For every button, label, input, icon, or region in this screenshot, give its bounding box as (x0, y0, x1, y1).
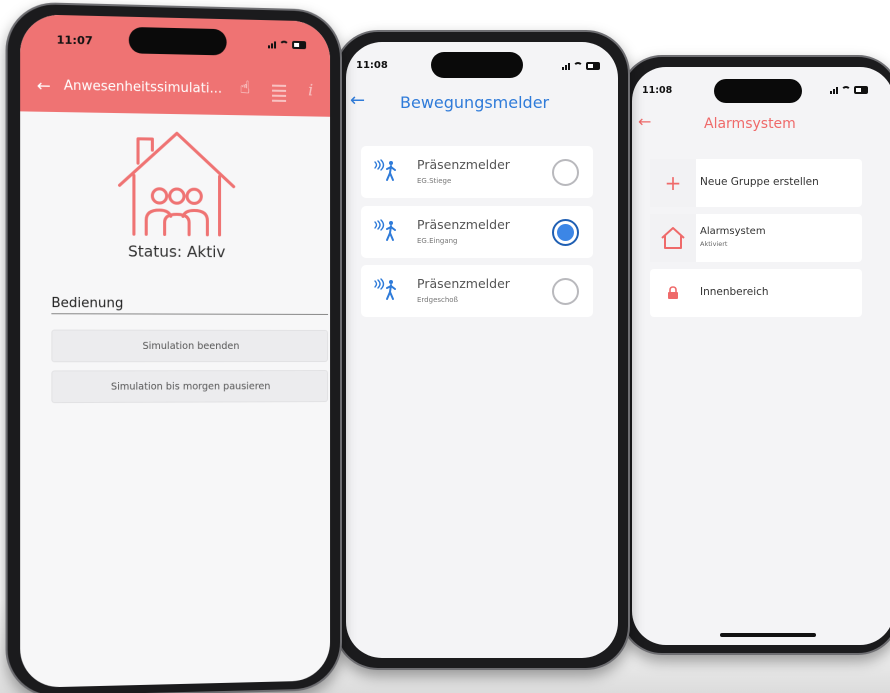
phone-alarmsystem: 11:08 ← Alarmsystem + Neue Gruppe erstel… (620, 55, 890, 655)
status-time: 11:07 (57, 33, 93, 47)
battery-icon (854, 86, 868, 94)
back-arrow-icon[interactable]: ← (638, 112, 651, 131)
lock-icon (666, 286, 680, 300)
icon-cell: + (650, 159, 696, 207)
item-location: EG.Stiege (417, 177, 451, 185)
back-arrow-icon[interactable]: ← (37, 76, 51, 96)
list-item-sensor[interactable]: Präsenzmelder EG.Stiege (361, 146, 593, 198)
battery-icon (586, 62, 600, 70)
dynamic-island (129, 27, 227, 56)
phone-bewegungsmelder: 11:08 ← Bewegungsmelder Präsenzmelder EG… (334, 30, 630, 670)
phone-anwesenheitssimulation: 11:07 ← Anwesenheitssimulati... ☝ i Stat… (6, 1, 342, 693)
list-item-alarmsystem[interactable]: Alarmsystem Aktiviert (650, 214, 862, 262)
page-title: Anwesenheitssimulati... (64, 78, 222, 96)
list-icon[interactable] (272, 85, 286, 105)
hand-pointer-icon[interactable]: ☝ (240, 78, 250, 98)
simulation-pausieren-button[interactable]: Simulation bis morgen pausieren (51, 370, 328, 403)
page-title: Alarmsystem (704, 116, 796, 132)
status-text: Status: Aktiv (20, 241, 330, 261)
house-icon (660, 226, 686, 250)
item-label: Innenbereich (700, 286, 769, 298)
signal-icon (562, 63, 570, 70)
house-family-icon (115, 126, 237, 241)
status-time: 11:08 (642, 85, 672, 96)
simulation-beenden-button[interactable]: Simulation beenden (51, 330, 328, 363)
item-label: Alarmsystem (700, 226, 766, 237)
wifi-icon (841, 86, 851, 94)
motion-sensor-icon (373, 277, 399, 301)
radio-button[interactable] (552, 278, 579, 305)
item-location: EG.Eingang (417, 237, 458, 245)
status-icons (562, 62, 600, 70)
wifi-icon (573, 62, 583, 70)
motion-sensor-icon (373, 158, 399, 182)
motion-sensor-icon (373, 218, 399, 242)
status-time: 11:08 (356, 60, 388, 71)
item-label: Neue Gruppe erstellen (700, 176, 819, 188)
info-icon[interactable]: i (308, 80, 313, 99)
section-label: Bedienung (51, 296, 123, 312)
icon-cell (650, 214, 696, 262)
neue-gruppe-button[interactable]: + Neue Gruppe erstellen (650, 159, 862, 207)
list-item-innenbereich[interactable]: Innenbereich (650, 269, 862, 317)
plus-icon: + (665, 171, 682, 195)
battery-icon (292, 41, 306, 49)
screen: 11:08 ← Alarmsystem + Neue Gruppe erstel… (632, 67, 890, 645)
signal-icon (268, 41, 276, 48)
signal-icon (830, 87, 838, 94)
screen: 11:08 ← Bewegungsmelder Präsenzmelder EG… (346, 42, 618, 658)
radio-button[interactable] (552, 159, 579, 186)
home-indicator (720, 633, 816, 637)
item-name: Präsenzmelder (417, 276, 510, 291)
status-icons (830, 86, 868, 94)
wifi-icon (279, 41, 289, 49)
item-subtitle: Aktiviert (700, 240, 727, 248)
list-item-sensor[interactable]: Präsenzmelder EG.Eingang (361, 206, 593, 258)
status-icons (268, 40, 306, 49)
dynamic-island (431, 52, 523, 78)
page-title: Bewegungsmelder (400, 93, 549, 112)
radio-button-selected[interactable] (552, 219, 579, 246)
back-arrow-icon[interactable]: ← (350, 90, 365, 111)
divider (51, 313, 328, 315)
item-name: Präsenzmelder (417, 217, 510, 232)
item-name: Präsenzmelder (417, 157, 510, 172)
screen: 11:07 ← Anwesenheitssimulati... ☝ i Stat… (20, 14, 330, 688)
icon-cell (650, 269, 696, 317)
item-location: Erdgeschoß (417, 296, 458, 304)
list-item-sensor[interactable]: Präsenzmelder Erdgeschoß (361, 265, 593, 317)
dynamic-island (714, 79, 802, 103)
